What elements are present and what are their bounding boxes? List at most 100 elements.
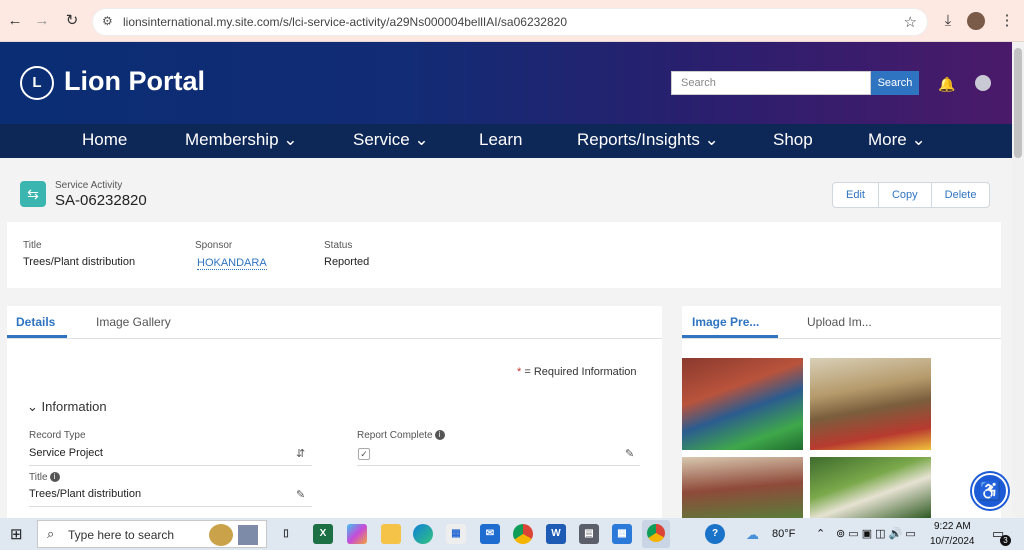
scrollbar-thumb[interactable] xyxy=(1014,48,1022,158)
page-scrollbar[interactable] xyxy=(1012,42,1024,518)
pencil-icon[interactable]: ✎ xyxy=(625,447,634,460)
title-field-label-text: Title xyxy=(29,472,48,483)
sponsor-link[interactable]: HOKANDARA xyxy=(197,257,267,270)
back-icon[interactable]: ← xyxy=(5,11,25,31)
tab-image-gallery[interactable]: Image Gallery xyxy=(96,315,171,329)
event-photo[interactable] xyxy=(810,457,931,518)
event-photo[interactable] xyxy=(682,358,803,450)
delete-button[interactable]: Delete xyxy=(932,183,990,207)
nav-membership[interactable]: Membership ⌄ xyxy=(185,130,298,150)
reload-icon[interactable]: ↻ xyxy=(62,11,82,31)
file-explorer-icon[interactable] xyxy=(381,524,401,544)
clock-date[interactable]: 10/7/2024 xyxy=(930,536,975,547)
title-label: Title xyxy=(23,240,42,251)
service-activity-icon: ⇆ xyxy=(20,181,46,207)
tab-upload-images[interactable]: Upload Im... xyxy=(807,315,872,329)
menu-icon[interactable]: ⋮ xyxy=(997,11,1017,31)
clock-time[interactable]: 9:22 AM xyxy=(934,521,971,532)
url-text[interactable]: lionsinternational.my.site.com/s/lci-ser… xyxy=(123,15,567,29)
mail-icon[interactable]: ✉ xyxy=(480,524,500,544)
user-avatar-icon[interactable] xyxy=(975,75,991,91)
report-complete-label: Report Complete i xyxy=(357,430,445,441)
accessibility-icon[interactable]: ♿ xyxy=(972,473,1008,509)
help-icon[interactable]: ? xyxy=(705,524,725,544)
windows-start-icon[interactable]: ⊞ xyxy=(10,525,23,543)
title-field-label: Title i xyxy=(29,472,60,483)
record-type-field-label: Record Type xyxy=(29,430,86,441)
download-icon[interactable]: ⤓ xyxy=(938,11,958,31)
search-highlight-icon[interactable] xyxy=(238,525,258,545)
event-photo[interactable] xyxy=(810,358,931,450)
calculator-icon[interactable]: ▤ xyxy=(579,524,599,544)
edit-button[interactable]: Edit xyxy=(833,183,879,207)
excel-icon[interactable]: X xyxy=(313,524,333,544)
chevron-down-icon[interactable]: ⌄ xyxy=(27,399,38,414)
change-record-type-icon[interactable]: ⇵ xyxy=(296,447,305,460)
copilot-icon[interactable] xyxy=(347,524,367,544)
nav-shop[interactable]: Shop xyxy=(773,130,813,150)
nav-reports-insights[interactable]: Reports/Insights ⌄ xyxy=(577,130,719,150)
browser-toolbar: ← → ↻ ⚙ lionsinternational.my.site.com/s… xyxy=(0,0,1024,42)
event-photo[interactable] xyxy=(682,457,803,518)
title-field-value: Trees/Plant distribution xyxy=(29,488,142,500)
pencil-icon[interactable]: ✎ xyxy=(296,488,305,501)
portal-header: L Lion Portal Search Search 🔔 xyxy=(0,42,1012,124)
edge-icon[interactable] xyxy=(413,524,433,544)
tabs-divider xyxy=(682,338,1001,339)
main-navigation: Home Membership ⌄ Service ⌄ Learn Report… xyxy=(0,124,1012,158)
forward-icon[interactable]: → xyxy=(32,11,52,31)
record-actions: Edit Copy Delete xyxy=(832,182,991,208)
report-complete-label-text: Report Complete xyxy=(357,430,433,441)
taskbar-search-text[interactable]: Type here to search xyxy=(68,528,174,542)
lions-logo-icon[interactable]: L xyxy=(20,66,54,100)
address-bar[interactable]: ⚙ lionsinternational.my.site.com/s/lci-s… xyxy=(92,8,928,36)
calendar-icon[interactable]: ▦ xyxy=(612,524,632,544)
site-settings-icon[interactable]: ⚙ xyxy=(102,14,113,28)
tab-image-preview[interactable]: Image Pre... xyxy=(692,315,759,329)
required-text: = Required Information xyxy=(521,366,637,378)
bell-icon[interactable]: 🔔 xyxy=(938,76,955,93)
chevron-up-icon[interactable]: ⌃ xyxy=(816,527,825,540)
word-icon[interactable]: W xyxy=(546,524,566,544)
required-info-note: * = Required Information xyxy=(517,366,637,378)
nav-home[interactable]: Home xyxy=(82,130,127,150)
profile-icon[interactable] xyxy=(967,12,985,30)
windows-taskbar: ⊞ ⌕ Type here to search ▯ X ▦ ✉ W ▤ ▦ ? … xyxy=(0,518,1024,550)
report-complete-checkbox[interactable]: ✓ xyxy=(358,448,370,460)
title-value: Trees/Plant distribution xyxy=(23,256,136,268)
taskbar-search[interactable]: ⌕ Type here to search xyxy=(37,520,267,548)
highlights-panel: Title Trees/Plant distribution Sponsor H… xyxy=(7,222,1001,288)
star-icon[interactable]: ☆ xyxy=(904,13,917,31)
task-view-icon[interactable]: ▯ xyxy=(276,524,296,544)
field-divider xyxy=(29,506,312,507)
field-divider xyxy=(357,465,640,466)
section-title[interactable]: Information xyxy=(42,399,107,414)
info-icon[interactable]: i xyxy=(434,430,445,441)
sponsor-link-text[interactable]: HOKANDARA xyxy=(197,257,267,270)
weather-icon[interactable]: ☁ xyxy=(746,527,759,543)
info-icon[interactable]: i xyxy=(49,472,60,483)
section-information[interactable]: ⌄ Information xyxy=(27,399,107,415)
nav-more[interactable]: More ⌄ xyxy=(868,130,926,150)
details-card: Details Image Gallery * = Required Infor… xyxy=(7,306,662,518)
status-value: Reported xyxy=(324,256,370,268)
tray-icons[interactable]: ⊚ ▭ ▣ ◫ 🔊 ▭ xyxy=(836,527,916,540)
notification-count: 3 xyxy=(1000,535,1011,546)
record-page: ⇆ Service Activity SA-06232820 Edit Copy… xyxy=(0,158,1012,518)
status-label: Status xyxy=(324,240,353,251)
images-card: Image Pre... Upload Im... xyxy=(682,306,1001,518)
brand-title[interactable]: Lion Portal xyxy=(64,66,205,97)
tabs-divider xyxy=(7,338,662,339)
store-icon[interactable]: ▦ xyxy=(446,524,466,544)
record-name: SA-06232820 xyxy=(55,192,147,209)
tab-details[interactable]: Details xyxy=(16,315,55,329)
chrome-icon[interactable] xyxy=(513,524,533,544)
search-button[interactable]: Search xyxy=(871,71,919,95)
nav-service[interactable]: Service ⌄ xyxy=(353,130,429,150)
search-input[interactable]: Search xyxy=(671,71,871,95)
copy-button[interactable]: Copy xyxy=(879,183,932,207)
search-highlight-icon[interactable] xyxy=(209,524,233,546)
weather-temp[interactable]: 80°F xyxy=(772,528,795,540)
nav-learn[interactable]: Learn xyxy=(479,130,522,150)
chrome-active-icon[interactable] xyxy=(642,520,670,548)
